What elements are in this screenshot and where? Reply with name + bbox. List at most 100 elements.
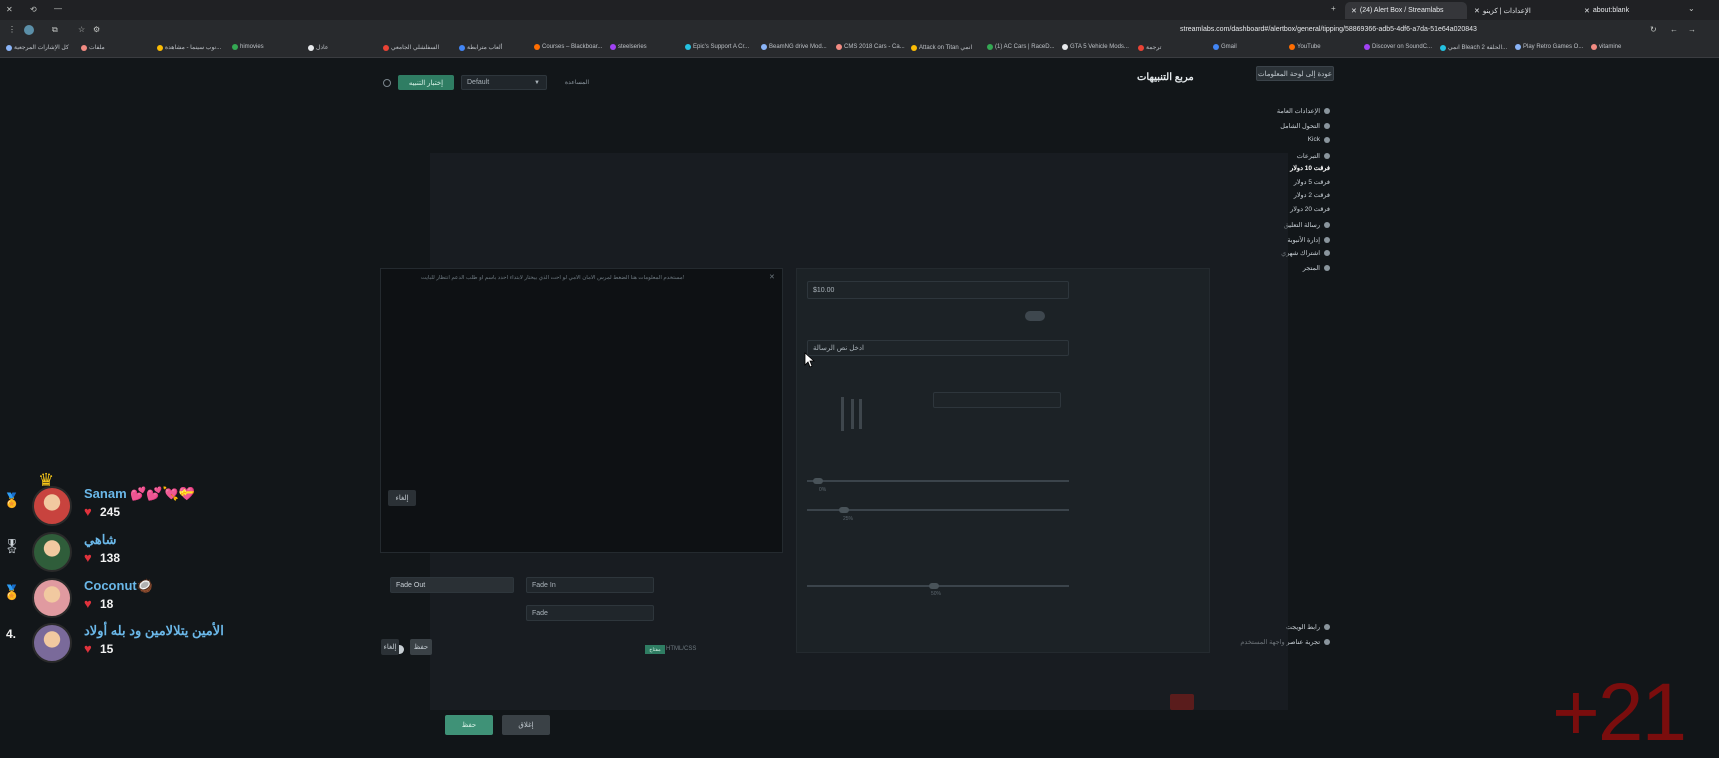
sidebar-item[interactable]: اشتراك شهري <box>1281 249 1330 257</box>
chevron-down-icon: ▼ <box>534 79 540 86</box>
sidebar-item[interactable]: المتجر <box>1303 264 1330 272</box>
bookmark-item[interactable]: steelseries <box>610 44 647 50</box>
url-field[interactable]: streamlabs.com/dashboard#/alertbox/gener… <box>1180 26 1477 33</box>
back-to-dashboard-button[interactable]: عودة إلى لوحة المعلومات <box>1256 66 1334 81</box>
sidebar-item[interactable]: Kick <box>1308 136 1330 143</box>
help-label: المساعدة <box>565 80 590 86</box>
sidebar-item[interactable]: فرقت 20 دولار <box>1290 205 1330 213</box>
sidebar-item[interactable]: فرقت 2 دولار <box>1294 191 1330 199</box>
forward-icon[interactable]: → <box>1688 25 1696 34</box>
bookmark-item[interactable]: BeamNG drive Mod... <box>761 44 827 50</box>
bookmark-item[interactable]: Play Retro Games O... <box>1515 44 1583 50</box>
bookmark-item[interactable]: كل الإشارات المرجعية <box>6 44 69 51</box>
bookmark-item[interactable]: Courses – Blackboar... <box>534 44 602 50</box>
close-tab-icon[interactable]: ✕ <box>1584 7 1590 15</box>
sidebar-item[interactable]: التحول الشامل <box>1280 122 1330 130</box>
text-animation-select[interactable]: Fade <box>526 605 654 621</box>
bookmark-item[interactable]: Discover on SoundC... <box>1364 44 1432 50</box>
test-alert-button[interactable]: إختبار التنبيه <box>398 75 454 90</box>
html-css-badge[interactable]: مفتاح <box>645 645 665 654</box>
bookmark-item[interactable]: انمي Bleach الحلقة 2... <box>1440 44 1507 51</box>
heart-icon: ♥ <box>84 550 92 565</box>
bookmark-item[interactable]: Gmail <box>1213 44 1237 50</box>
delete-button[interactable] <box>1170 694 1194 710</box>
sidebar-item-label: فرقت 5 دولار <box>1293 179 1330 186</box>
bookmark-label: (1) AC Cars | RaceD... <box>995 44 1055 50</box>
settings-panel: $10.00 ادخل نص الرسالة 0% 25% 50% <box>796 268 1210 653</box>
close-button[interactable]: إغلاق <box>502 715 550 735</box>
sidebar-item[interactable]: الإعدادات العامة <box>1277 107 1330 115</box>
close-tab-icon[interactable]: ✕ <box>1351 7 1357 15</box>
bookmark-favicon-icon <box>1289 44 1295 50</box>
sidebar-footer-link[interactable]: رابط الويجت <box>1286 623 1330 631</box>
layout-select[interactable]: ادخل نص الرسالة <box>807 340 1069 356</box>
bookmark-item[interactable]: himovies <box>232 44 264 50</box>
bookmark-item[interactable]: YouTube <box>1289 44 1321 50</box>
profile-select[interactable]: Default ▼ <box>461 75 547 90</box>
bookmark-label: steelseries <box>618 44 647 50</box>
bookmark-label: Attack on Titan انمي <box>919 45 973 51</box>
reload-icon[interactable]: ↻ <box>1650 25 1657 34</box>
bookmark-item[interactable]: vitamine <box>1591 44 1621 50</box>
bookmark-star-icon[interactable]: ☆ <box>78 25 85 34</box>
show-animation-select[interactable]: Fade In <box>526 577 654 593</box>
bookmark-label: انمي Bleach الحلقة 2... <box>1448 45 1508 51</box>
bookmark-item[interactable]: Epic's Support A Cr... <box>685 44 749 50</box>
bookmark-item[interactable]: GTA 5 Vehicle Mods... <box>1062 44 1129 50</box>
sidebar-item[interactable]: التبرعات <box>1297 152 1330 160</box>
bookmark-label: Discover on SoundC... <box>1372 44 1433 50</box>
enable-toggle[interactable] <box>1025 311 1045 321</box>
tts-volume-slider-knob[interactable] <box>929 583 939 589</box>
back-icon[interactable]: ← <box>1670 25 1678 34</box>
bookmark-item[interactable]: السفلشلي الجامعي <box>383 44 439 51</box>
bookmark-item[interactable]: (1) AC Cars | RaceD... <box>987 44 1055 50</box>
bookmark-favicon-icon <box>836 44 842 50</box>
tab-about-blank[interactable]: ✕ about:blank <box>1578 2 1668 19</box>
new-tab-icon[interactable]: + <box>1331 4 1336 13</box>
restore-window-icon[interactable]: ⟲ <box>30 5 37 14</box>
sidebar-item-label: فرقت 20 دولار <box>1290 206 1330 213</box>
profile-icon[interactable] <box>24 25 34 35</box>
close-icon[interactable]: ✕ <box>769 273 775 281</box>
sidebar-item[interactable]: رسالة التعليق <box>1284 221 1330 229</box>
bookmark-item[interactable]: Attack on Titan انمي <box>911 44 972 51</box>
sidebar-item[interactable]: إدارة الأنبوبة <box>1287 236 1330 244</box>
close-tab-icon[interactable]: ✕ <box>1474 7 1480 15</box>
leaderboard-score: 138 <box>100 551 121 565</box>
close-window-icon[interactable]: ✕ <box>6 5 13 14</box>
reset-button[interactable]: إلغاء <box>381 639 399 655</box>
tab-search-icon[interactable]: ⌄ <box>1688 4 1695 13</box>
sidebar-item[interactable]: فرقت 5 دولار <box>1294 178 1330 186</box>
sidebar-item-icon <box>1324 153 1330 159</box>
save-button[interactable]: حفظ <box>445 715 493 735</box>
hide-animation-select[interactable]: Fade Out <box>390 577 514 593</box>
volume-slider[interactable] <box>807 480 1069 482</box>
menu-icon[interactable]: ⋮ <box>8 25 16 34</box>
tab-alert-box[interactable]: ✕ (24) Alert Box / Streamlabs <box>1345 2 1467 19</box>
extensions-icon[interactable]: ⧉ <box>52 25 58 35</box>
amount-field[interactable]: $10.00 <box>807 281 1069 299</box>
sidebar-item[interactable]: فرقت 10 دولار <box>1290 164 1330 172</box>
bookmark-item[interactable]: ترجمة <box>1138 44 1161 51</box>
bookmark-favicon-icon <box>685 44 691 50</box>
bookmark-item[interactable]: عادل <box>308 44 328 51</box>
tab-settings[interactable]: ✕ الإعدادات | كزينو <box>1468 2 1578 19</box>
site-info-icon[interactable]: ⚙ <box>93 25 100 34</box>
bookmark-label: GTA 5 Vehicle Mods... <box>1070 44 1129 50</box>
help-icon[interactable] <box>383 79 391 87</box>
avatar <box>32 578 72 618</box>
bookmark-item[interactable]: نوب سينما - مشاهدة... <box>157 44 221 51</box>
overlay-counter: +21 <box>1552 667 1687 758</box>
font-select[interactable] <box>933 392 1061 408</box>
bookmark-label: كل الإشارات المرجعية <box>14 45 69 51</box>
preview-button[interactable]: إلغاء <box>388 490 416 506</box>
bookmark-item[interactable]: CMS 2018 Cars - Ca... <box>836 44 905 50</box>
save-settings-button[interactable]: حفظ <box>410 639 432 655</box>
volume-slider-knob[interactable] <box>813 478 823 484</box>
bookmark-label: عادل <box>316 45 329 51</box>
sidebar-item-label: إدارة الأنبوبة <box>1287 237 1320 244</box>
bookmark-item[interactable]: ملفات <box>81 44 105 51</box>
bookmark-item[interactable]: ألعاب مترابطة <box>459 44 502 51</box>
minimize-window-icon[interactable]: — <box>54 4 62 13</box>
duration-slider-knob[interactable] <box>839 507 849 513</box>
